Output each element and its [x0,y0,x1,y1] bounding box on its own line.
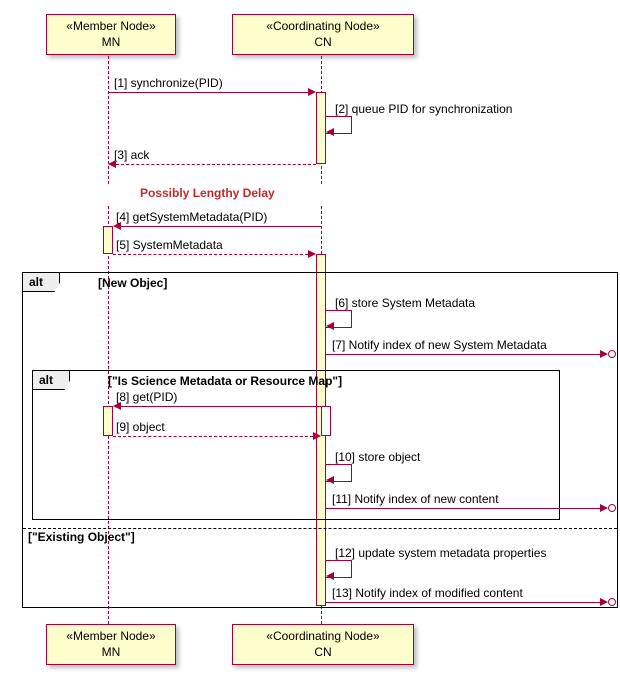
arrow-11 [326,508,604,509]
participant-mn-top: «Member Node» MN [46,14,176,55]
arrowhead-12 [326,572,334,580]
cn-stereotype-b: «Coordinating Node» [266,629,379,643]
gate-11 [608,504,616,512]
msg-8: [8] get(PID) [116,390,177,404]
arrowhead-13 [600,598,608,606]
msg-10: [10] store object [335,450,420,464]
arrow-5 [113,254,308,255]
participant-cn-top: «Coordinating Node» CN [232,14,414,55]
arrow-4 [121,226,321,227]
alt-outer-label: alt [23,273,60,292]
mn-stereotype-b: «Member Node» [66,629,155,643]
mn-name-b: MN [102,645,121,659]
arrowhead-10 [326,476,334,484]
msg-7: [7] Notify index of new System Metadata [332,338,547,352]
alt-outer-guard1: [New Objec] [98,276,167,290]
mn-stereotype: «Member Node» [66,19,155,33]
msg-6: [6] store System Metadata [335,296,475,310]
msg-11: [11] Notify index of new content [332,492,499,506]
arrow-3 [116,164,316,165]
msg-4: [4] getSystemMetadata(PID) [116,210,267,224]
arrowhead-8 [113,402,121,410]
msg-1: [1] synchronize(PID) [114,76,223,90]
gate-13 [608,598,616,606]
arrowhead-6 [326,322,334,330]
arrowhead-7 [600,350,608,358]
alt-outer-guard2: ["Existing Object"] [28,530,135,544]
participant-cn-bottom: «Coordinating Node» CN [232,624,414,665]
activation-cn-1 [316,92,326,164]
gate-7 [608,350,616,358]
msg-9: [9] object [116,420,165,434]
cn-name-b: CN [314,645,331,659]
arrowhead-3 [108,160,116,168]
arrow-9 [113,436,313,437]
arrowhead-2 [326,128,334,136]
msg-3: [3] ack [114,148,149,162]
activation-mn-1 [103,226,113,254]
msg-2: [2] queue PID for synchronization [335,102,512,116]
mn-name: MN [102,35,121,49]
alt-inner-label: alt [33,371,70,390]
arrow-8 [121,406,321,407]
arrowhead-4 [113,222,121,230]
cn-stereotype: «Coordinating Node» [266,19,379,33]
arrowhead-1 [308,88,316,96]
sequence-diagram: «Member Node» MN «Coordinating Node» CN … [10,10,620,670]
arrow-1 [108,92,308,93]
msg-5: [5] SystemMetadata [116,238,223,252]
participant-mn-bottom: «Member Node» MN [46,624,176,665]
alt-outer-divider [23,528,617,529]
arrowhead-5 [308,250,316,258]
arrow-7 [326,354,604,355]
arrow-13 [326,602,604,603]
arrowhead-9 [313,432,321,440]
msg-13: [13] Notify index of modified content [332,586,523,600]
arrowhead-11 [600,504,608,512]
cn-name: CN [314,35,331,49]
alt-inner-guard1: ["Is Science Metadata or Resource Map"] [108,374,342,388]
msg-12: [12] update system metadata properties [335,546,546,560]
delay-label: Possibly Lengthy Delay [140,186,275,200]
